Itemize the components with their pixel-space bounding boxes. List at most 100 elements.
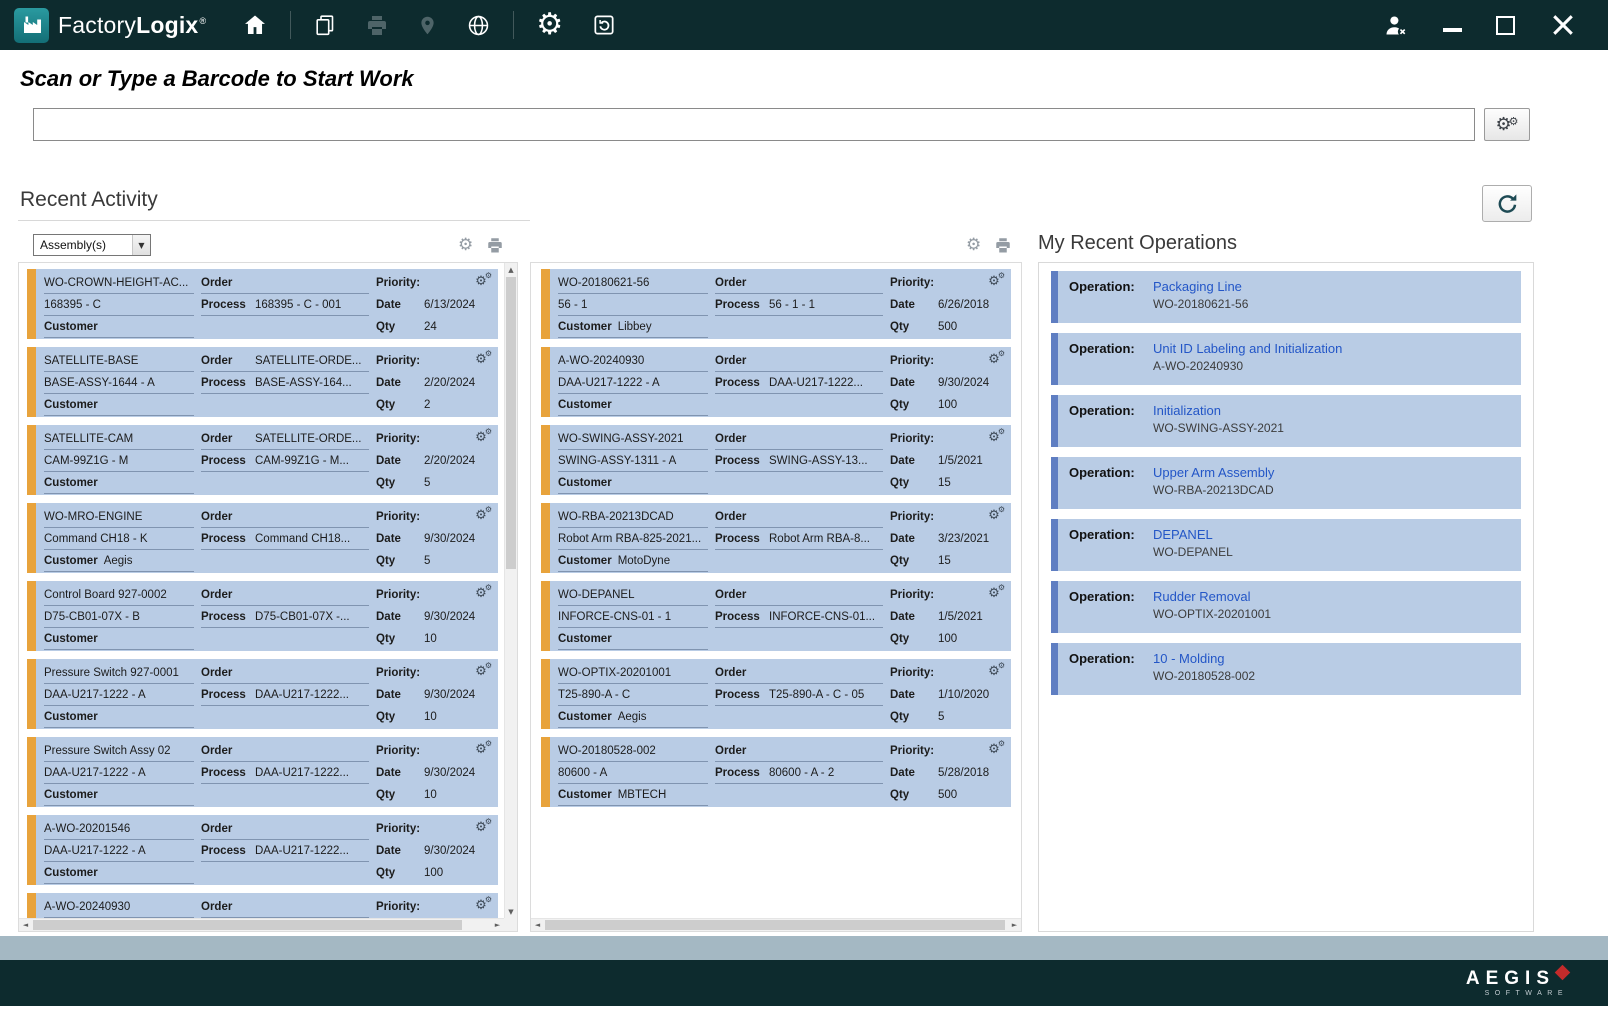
home-icon[interactable] bbox=[236, 8, 274, 42]
priority-label: Priority: bbox=[890, 511, 934, 523]
date-field: Date1/5/2021 bbox=[890, 606, 1007, 628]
barcode-input[interactable] bbox=[33, 108, 1475, 141]
customer-field: Customer bbox=[558, 394, 708, 416]
data-restore-icon[interactable] bbox=[585, 8, 623, 42]
card-process-gear-icon[interactable]: ⚙⚙ bbox=[988, 662, 1005, 678]
card-process-gear-icon[interactable]: ⚙⚙ bbox=[475, 350, 492, 366]
customer-label: Customer bbox=[558, 555, 612, 567]
activity-card[interactable]: WO-DEPANEL Order Priority: INFORCE-CNS-0… bbox=[541, 581, 1011, 651]
scroll-right-arrow[interactable]: ► bbox=[491, 919, 504, 931]
maximize-button[interactable] bbox=[1488, 12, 1523, 39]
operation-link[interactable]: Packaging Line bbox=[1153, 279, 1242, 294]
date-field: Date9/30/2024 bbox=[376, 528, 494, 550]
sign-out-icon[interactable] bbox=[1374, 8, 1417, 43]
date-field: Date6/13/2024 bbox=[376, 294, 494, 316]
assembly-revision: CAM-99Z1G - M bbox=[44, 450, 194, 472]
card-process-gear-icon[interactable]: ⚙⚙ bbox=[475, 428, 492, 444]
column2-printer-icon[interactable] bbox=[994, 236, 1012, 254]
scroll-left-arrow[interactable]: ◄ bbox=[19, 919, 32, 931]
operation-card[interactable]: Operation:Packaging Line WO-20180621-56 bbox=[1051, 271, 1521, 323]
operation-card[interactable]: Operation:10 - Molding WO-20180528-002 bbox=[1051, 643, 1521, 695]
scroll-down-arrow[interactable]: ▼ bbox=[505, 905, 517, 918]
activity-card[interactable]: WO-RBA-20213DCAD Order Priority: Robot A… bbox=[541, 503, 1011, 573]
activity-card[interactable]: A-WO-20240930 Order Priority: DAA-U217-1… bbox=[541, 347, 1011, 417]
card-process-gear-icon[interactable]: ⚙⚙ bbox=[475, 272, 492, 288]
vertical-scroll-thumb[interactable] bbox=[506, 277, 516, 569]
barcode-options-button[interactable]: ⚙⚙ bbox=[1484, 108, 1530, 141]
globe-icon[interactable] bbox=[460, 9, 497, 42]
operation-card[interactable]: Operation:Upper Arm Assembly WO-RBA-2021… bbox=[1051, 457, 1521, 509]
printer-icon[interactable] bbox=[359, 9, 395, 41]
column1-printer-icon[interactable] bbox=[486, 236, 504, 254]
date-field: Date2/20/2024 bbox=[376, 450, 494, 472]
operation-link[interactable]: Initialization bbox=[1153, 403, 1221, 418]
horizontal-scrollbar[interactable]: ◄ ► bbox=[19, 918, 504, 931]
activity-card[interactable]: Control Board 927-0002 Order Priority: D… bbox=[27, 581, 498, 651]
card-process-gear-icon[interactable]: ⚙⚙ bbox=[988, 584, 1005, 600]
empty-cell bbox=[201, 316, 369, 338]
card-process-gear-icon[interactable]: ⚙⚙ bbox=[475, 662, 492, 678]
operation-stripe bbox=[1051, 519, 1058, 571]
operation-label: Operation: bbox=[1069, 403, 1153, 418]
close-button[interactable] bbox=[1541, 7, 1585, 43]
card-process-gear-icon[interactable]: ⚙⚙ bbox=[475, 740, 492, 756]
card-process-gear-icon[interactable]: ⚙⚙ bbox=[475, 584, 492, 600]
priority-label: Priority: bbox=[376, 433, 420, 445]
operation-link[interactable]: Rudder Removal bbox=[1153, 589, 1251, 604]
column2-gear-icon[interactable]: ⚙ bbox=[966, 237, 981, 254]
card-process-gear-icon[interactable]: ⚙⚙ bbox=[988, 506, 1005, 522]
operation-link[interactable]: Upper Arm Assembly bbox=[1153, 465, 1274, 480]
priority-label: Priority: bbox=[890, 277, 934, 289]
location-pin-icon[interactable] bbox=[411, 11, 444, 40]
card-process-gear-icon[interactable]: ⚙⚙ bbox=[988, 350, 1005, 366]
activity-card[interactable]: A-WO-20240930 Order Priority: Process Da… bbox=[27, 893, 498, 918]
card-process-gear-icon[interactable]: ⚙⚙ bbox=[475, 818, 492, 834]
operation-link[interactable]: Unit ID Labeling and Initialization bbox=[1153, 341, 1342, 356]
operation-link[interactable]: DEPANEL bbox=[1153, 527, 1213, 542]
operation-card[interactable]: Operation:DEPANEL WO-DEPANEL bbox=[1051, 519, 1521, 571]
activity-card[interactable]: WO-20180621-56 Order Priority: 56 - 1 Pr… bbox=[541, 269, 1011, 339]
activity-card[interactable]: A-WO-20201546 Order Priority: DAA-U217-1… bbox=[27, 815, 498, 885]
operation-card[interactable]: Operation:Rudder Removal WO-OPTIX-202010… bbox=[1051, 581, 1521, 633]
scroll-right-arrow[interactable]: ► bbox=[1008, 919, 1021, 931]
column1-gear-icon[interactable]: ⚙ bbox=[458, 237, 473, 254]
activity-filter-dropdown[interactable]: Assembly(s) ▼ bbox=[33, 234, 151, 256]
priority-label: Priority: bbox=[890, 667, 934, 679]
qty-field: Qty10 bbox=[376, 628, 494, 650]
activity-card[interactable]: WO-20180528-002 Order Priority: 80600 - … bbox=[541, 737, 1011, 807]
factorylogix-logo-icon bbox=[14, 8, 49, 43]
documents-icon[interactable] bbox=[307, 9, 343, 41]
horizontal-scroll-thumb[interactable] bbox=[545, 920, 1005, 930]
activity-card[interactable]: WO-OPTIX-20201001 Order Priority: T25-89… bbox=[541, 659, 1011, 729]
activity-card[interactable]: WO-MRO-ENGINE Order Priority: Command CH… bbox=[27, 503, 498, 573]
scroll-left-arrow[interactable]: ◄ bbox=[531, 919, 544, 931]
customer-label: Customer bbox=[558, 711, 612, 723]
activity-card[interactable]: Pressure Switch 927-0001 Order Priority:… bbox=[27, 659, 498, 729]
order-label: Order bbox=[715, 589, 769, 601]
operation-card[interactable]: Operation:Unit ID Labeling and Initializ… bbox=[1051, 333, 1521, 385]
horizontal-scrollbar[interactable]: ◄ ► bbox=[531, 918, 1021, 931]
operation-link[interactable]: 10 - Molding bbox=[1153, 651, 1225, 666]
settings-gear-icon[interactable]: ⚙ bbox=[530, 6, 569, 44]
card-process-gear-icon[interactable]: ⚙⚙ bbox=[988, 428, 1005, 444]
horizontal-scroll-thumb[interactable] bbox=[33, 920, 462, 930]
activity-card[interactable]: SATELLITE-CAM OrderSATELLITE-ORDE... Pri… bbox=[27, 425, 498, 495]
minimize-button[interactable] bbox=[1435, 14, 1470, 36]
refresh-button[interactable] bbox=[1482, 185, 1532, 222]
vertical-scrollbar[interactable]: ▲ ▼ bbox=[504, 263, 517, 918]
activity-card[interactable]: Pressure Switch Assy 02 Order Priority: … bbox=[27, 737, 498, 807]
process-field: ProcessDAA-U217-1222... bbox=[201, 684, 369, 706]
card-process-gear-icon[interactable]: ⚙⚙ bbox=[475, 896, 492, 912]
card-process-gear-icon[interactable]: ⚙⚙ bbox=[988, 740, 1005, 756]
priority-stripe bbox=[27, 659, 36, 729]
card-process-gear-icon[interactable]: ⚙⚙ bbox=[475, 506, 492, 522]
operation-card[interactable]: Operation:Initialization WO-SWING-ASSY-2… bbox=[1051, 395, 1521, 447]
date-label: Date bbox=[890, 533, 938, 545]
priority-stripe bbox=[541, 269, 550, 339]
card-process-gear-icon[interactable]: ⚙⚙ bbox=[988, 272, 1005, 288]
scroll-up-arrow[interactable]: ▲ bbox=[505, 263, 517, 276]
activity-card[interactable]: WO-CROWN-HEIGHT-AC... Order Priority: 16… bbox=[27, 269, 498, 339]
activity-card[interactable]: WO-SWING-ASSY-2021 Order Priority: SWING… bbox=[541, 425, 1011, 495]
brand-text: FactoryLogix® bbox=[58, 12, 206, 39]
activity-card[interactable]: SATELLITE-BASE OrderSATELLITE-ORDE... Pr… bbox=[27, 347, 498, 417]
